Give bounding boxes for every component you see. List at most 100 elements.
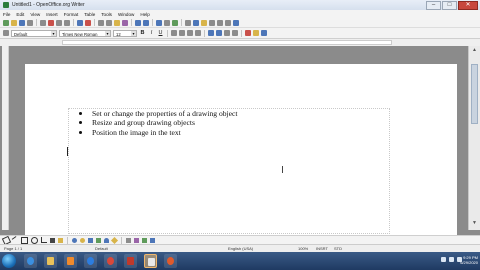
align-right-icon[interactable] (187, 30, 193, 36)
language-indicator[interactable]: English (USA) (228, 246, 253, 251)
taskbar-explorer[interactable] (44, 254, 57, 268)
menu-insert[interactable]: Insert (43, 12, 61, 17)
basic-shapes-icon[interactable] (72, 237, 77, 243)
zoom-icon[interactable] (225, 19, 231, 26)
font-color-icon[interactable] (245, 30, 251, 36)
block-arrows-icon[interactable] (88, 237, 93, 243)
vertical-scrollbar[interactable]: ▲ ▼ (468, 46, 480, 230)
autospellcheck-icon[interactable] (85, 19, 91, 26)
menu-table[interactable]: Table (81, 12, 98, 17)
ellipse-icon[interactable] (31, 236, 38, 244)
increase-indent-icon[interactable] (232, 30, 238, 36)
help-icon[interactable] (233, 19, 239, 26)
scrollbar-thumb[interactable] (471, 64, 478, 124)
flowcharts-icon[interactable] (96, 237, 101, 243)
line-icon[interactable] (11, 236, 20, 244)
menu-edit[interactable]: Edit (13, 12, 27, 17)
callout-shapes-icon[interactable] (104, 237, 109, 243)
page-indicator[interactable]: Page 1 / 1 (4, 246, 22, 251)
symbol-shapes-icon[interactable] (80, 237, 85, 243)
text-icon[interactable] (50, 237, 55, 243)
font-name-select[interactable]: Times New Roman ▾ (59, 29, 111, 37)
email-icon[interactable] (27, 19, 33, 26)
callouts-icon[interactable] (58, 237, 63, 243)
undo-icon[interactable] (135, 19, 141, 26)
from-file-icon[interactable] (142, 237, 147, 243)
underline-button[interactable]: U (157, 30, 164, 36)
menu-view[interactable]: View (27, 12, 43, 17)
taskbar-app[interactable] (124, 254, 137, 268)
vertical-ruler[interactable] (2, 46, 9, 230)
network-icon[interactable] (441, 257, 446, 262)
rectangle-icon[interactable] (21, 236, 28, 244)
taskbar-ie[interactable] (24, 254, 37, 268)
redo-icon[interactable] (143, 19, 149, 26)
taskbar-browser[interactable] (84, 254, 97, 268)
numbering-icon[interactable] (208, 30, 214, 36)
zoom-level[interactable]: 100% (298, 246, 308, 251)
new-document-icon[interactable] (3, 19, 9, 26)
fontwork-gallery-icon[interactable] (134, 237, 139, 243)
format-paintbrush-icon[interactable] (122, 19, 128, 26)
italic-button[interactable]: I (148, 30, 155, 36)
taskbar-media[interactable] (64, 254, 77, 268)
align-left-icon[interactable] (171, 30, 177, 36)
paste-icon[interactable] (114, 19, 120, 26)
highlighting-icon[interactable] (253, 30, 259, 36)
print-icon[interactable] (56, 19, 62, 26)
cut-icon[interactable] (98, 19, 104, 26)
menu-tools[interactable]: Tools (98, 12, 115, 17)
minimize-button[interactable]: – (426, 1, 441, 10)
background-color-icon[interactable] (261, 30, 267, 36)
export-pdf-icon[interactable] (48, 19, 54, 26)
gallery-icon[interactable] (201, 19, 207, 26)
hyperlink-icon[interactable] (156, 19, 162, 26)
data-sources-icon[interactable] (209, 19, 215, 26)
page-preview-icon[interactable] (64, 19, 70, 26)
edit-file-icon[interactable] (40, 19, 46, 26)
bullets-icon[interactable] (216, 30, 222, 36)
justify-icon[interactable] (195, 30, 201, 36)
menu-file[interactable]: File (0, 12, 13, 17)
bold-button[interactable]: B (139, 30, 146, 36)
selection-mode[interactable]: STD (334, 246, 342, 251)
open-folder-icon[interactable] (11, 19, 17, 26)
stars-icon[interactable] (110, 236, 119, 244)
nonprinting-characters-icon[interactable] (217, 19, 223, 26)
menu-help[interactable]: Help (137, 12, 152, 17)
decrease-indent-icon[interactable] (224, 30, 230, 36)
scroll-down-icon[interactable]: ▼ (470, 220, 479, 227)
navigator-icon[interactable] (193, 19, 199, 26)
paragraph-style-select[interactable]: Default ▾ (11, 29, 57, 37)
list-item[interactable]: Position the image in the text (78, 128, 238, 137)
spellcheck-icon[interactable] (77, 19, 83, 26)
find-replace-icon[interactable] (185, 19, 191, 26)
extrusion-icon[interactable] (150, 237, 155, 243)
maximize-button[interactable]: □ (442, 1, 457, 10)
taskbar-chrome[interactable] (104, 254, 117, 268)
menu-format[interactable]: Format (61, 12, 82, 17)
menu-window[interactable]: Window (115, 12, 137, 17)
volume-icon[interactable] (449, 257, 454, 262)
writer-app-icon[interactable] (3, 2, 9, 8)
start-button[interactable] (2, 254, 16, 268)
scroll-up-icon[interactable]: ▲ (470, 47, 479, 54)
bullet-list[interactable]: Set or change the properties of a drawin… (78, 109, 238, 137)
save-icon[interactable] (19, 19, 25, 26)
points-icon[interactable] (126, 237, 131, 243)
show-draw-functions-icon[interactable] (172, 19, 178, 26)
list-item[interactable]: Resize and group drawing objects (78, 118, 238, 127)
taskbar-writer[interactable] (144, 254, 157, 268)
font-size-select[interactable]: 12 ▾ (113, 29, 137, 37)
freeform-icon[interactable] (41, 237, 47, 243)
page-style[interactable]: Default (95, 246, 108, 251)
align-center-icon[interactable] (179, 30, 185, 36)
taskbar-clock[interactable]: 9:29 PM 6/29/2020 (460, 255, 478, 265)
list-item[interactable]: Set or change the properties of a drawin… (78, 109, 238, 118)
table-icon[interactable] (164, 19, 170, 26)
insert-mode[interactable]: INSRT (316, 246, 328, 251)
close-button[interactable]: ✕ (458, 1, 478, 10)
copy-icon[interactable] (106, 19, 112, 26)
taskbar-recorder[interactable] (164, 254, 177, 268)
styles-formatting-icon[interactable] (3, 30, 9, 36)
